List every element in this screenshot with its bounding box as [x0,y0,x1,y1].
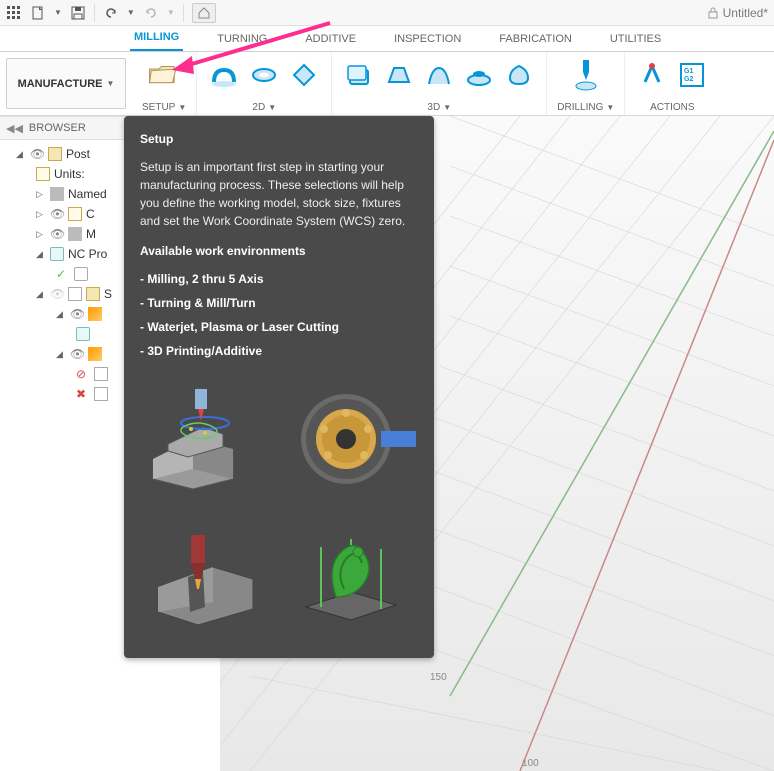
check-icon: ✓ [56,267,70,281]
tooltip-image-turning [283,374,418,504]
dropdown-caret-icon[interactable]: ▼ [127,8,135,17]
axis-tick: 150 [430,672,447,683]
ribbon-label-actions[interactable]: ACTIONS [650,102,694,113]
tab-inspection[interactable]: INSPECTION [390,27,465,51]
2d-icon-3[interactable] [287,58,321,92]
browser-title: BROWSER [29,122,86,134]
ribbon-group-2d: 2D ▼ [197,52,332,115]
ribbon-group-drilling: DRILLING ▼ [547,52,625,115]
setup-folder-icon[interactable] [147,58,181,92]
separator [94,4,95,22]
ribbon-label-setup[interactable]: SETUP ▼ [142,102,186,113]
document-title: Untitled* [707,6,768,20]
3d-icon-5[interactable] [502,58,536,92]
tooltip-setup: Setup Setup is an important first step i… [124,116,434,658]
dropdown-caret-icon[interactable]: ▼ [54,8,62,17]
workspace-switcher[interactable]: MANUFACTURE ▼ [6,58,126,109]
chevron-down-icon: ▼ [107,79,115,88]
tree-label: NC Pro [68,247,107,261]
3d-icon-3[interactable] [422,58,456,92]
tree-label: M [86,227,96,241]
axis-tick: 100 [522,758,539,769]
ribbon-group-setup: SETUP ▼ [132,52,197,115]
home-tab-icon[interactable] [192,3,216,23]
chevron-down-icon: ▼ [178,103,186,112]
chevron-down-icon: ▼ [268,103,276,112]
3d-icon-1[interactable] [342,58,376,92]
actions-icon-2[interactable]: G1G2 [675,58,709,92]
3d-icon-2[interactable] [382,58,416,92]
ribbon-group-3d: 3D ▼ [332,52,547,115]
workspace-label: MANUFACTURE [18,78,103,90]
ribbon-label-2d[interactable]: 2D ▼ [252,102,276,113]
tree-label: C [86,207,95,221]
tooltip-image-milling [140,374,275,504]
tooltip-image-additive [283,512,418,642]
tab-milling[interactable]: MILLING [130,25,183,51]
tab-utilities[interactable]: UTILITIES [606,27,665,51]
chevron-down-icon: ▼ [443,103,451,112]
drilling-icon[interactable] [569,58,603,92]
warning-icon: ⊘ [76,367,90,381]
tooltip-env-2: - Turning & Mill/Turn [140,294,418,312]
2d-icon-2[interactable] [247,58,281,92]
title-text: Untitled* [723,6,768,20]
redo-icon[interactable] [143,5,159,21]
tab-fabrication[interactable]: FABRICATION [495,27,576,51]
tooltip-body: Setup is an important first step in star… [140,158,418,230]
svg-text:G1: G1 [684,68,693,75]
svg-text:G2: G2 [684,76,693,83]
new-file-icon[interactable] [30,5,46,21]
tooltip-env-3: - Waterjet, Plasma or Laser Cutting [140,318,418,336]
tree-label: S [104,287,112,301]
tree-label: Units: [54,167,85,181]
save-icon[interactable] [70,5,86,21]
dropdown-caret-icon[interactable]: ▼ [167,8,175,17]
apps-icon[interactable] [6,5,22,21]
undo-icon[interactable] [103,5,119,21]
tab-additive[interactable]: ADDITIVE [301,27,360,51]
tooltip-title: Setup [140,130,418,148]
separator [183,4,184,22]
tab-turning[interactable]: TURNING [213,27,271,51]
tooltip-env-4: - 3D Printing/Additive [140,342,418,360]
2d-icon-1[interactable] [207,58,241,92]
tree-label: Post [66,147,90,161]
workspace-tabs: MILLING TURNING ADDITIVE INSPECTION FABR… [0,26,774,52]
tooltip-avail: Available work environments [140,242,418,260]
lock-icon [707,7,719,19]
ribbon-toolbar: MANUFACTURE ▼ SETUP ▼ 2D ▼ [0,52,774,116]
tooltip-image-cutting [140,512,275,642]
ribbon-group-actions: G1G2 ACTIONS [625,52,719,115]
tree-label: Named [68,187,107,201]
ribbon-label-3d[interactable]: 3D ▼ [427,102,451,113]
chevron-down-icon: ▼ [606,103,614,112]
3d-icon-4[interactable] [462,58,496,92]
quick-access-toolbar: ▼ ▼ ▼ Untitled* [0,0,774,26]
actions-icon-1[interactable] [635,58,669,92]
tooltip-env-1: - Milling, 2 thru 5 Axis [140,270,418,288]
collapse-left-icon[interactable]: ◀◀ [6,122,23,135]
ribbon-label-drilling[interactable]: DRILLING ▼ [557,102,614,113]
